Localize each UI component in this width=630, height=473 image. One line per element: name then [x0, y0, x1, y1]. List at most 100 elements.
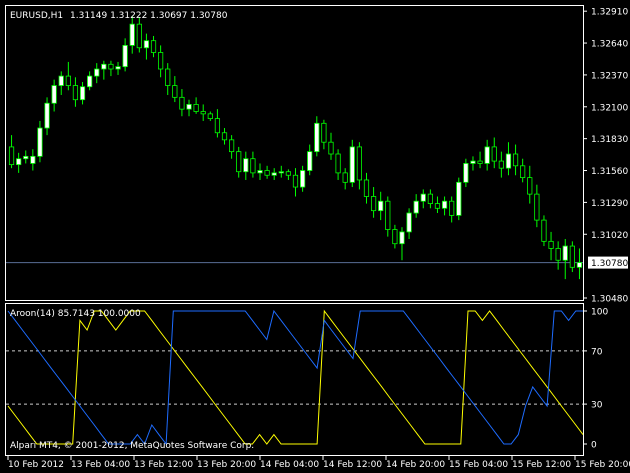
- bear-candle: [200, 111, 206, 115]
- indicator-tick-label: 30: [591, 401, 603, 411]
- candles-group: [8, 15, 583, 280]
- bear-candle: [548, 240, 554, 249]
- bull-candle: [463, 163, 469, 183]
- price-tick-label: 1.32640: [591, 40, 628, 50]
- symbol-label: EURUSD,H1: [10, 11, 63, 21]
- indicator-label: Aroon(14) 85.7143 100.0000: [10, 309, 141, 319]
- chart-window[interactable]: EURUSD,H1 1.31149 1.31222 1.30697 1.3078…: [0, 0, 630, 473]
- bull-candle: [23, 155, 29, 160]
- indicator-pane[interactable]: Aroon(14) 85.7143 100.0000 Alpari MT4, ©…: [5, 303, 584, 456]
- bear-candle: [8, 146, 15, 166]
- price-tick-label: 1.31830: [591, 135, 628, 145]
- bull-candle: [122, 45, 128, 68]
- time-tick-label: 14 Feb 04:00: [260, 460, 319, 470]
- aroon-down-line: [7, 309, 583, 446]
- bull-candle: [186, 104, 192, 110]
- bear-candle: [342, 172, 348, 183]
- bear-candle: [449, 200, 455, 216]
- time-tick-label: 15 Feb 12:00: [512, 460, 571, 470]
- bear-candle: [363, 179, 370, 197]
- bear-candle: [292, 174, 299, 188]
- bear-candle: [498, 160, 504, 169]
- bull-candle: [278, 171, 284, 174]
- time-tick-label: 13 Feb 12:00: [134, 460, 193, 470]
- price-tick-label: 1.31290: [591, 199, 628, 209]
- bear-candle: [427, 193, 433, 204]
- bull-candle: [44, 102, 50, 129]
- bear-candle: [555, 248, 561, 261]
- bull-candle: [349, 146, 355, 183]
- time-tick-label: 14 Feb 12:00: [323, 460, 382, 470]
- bear-candle: [250, 158, 256, 174]
- bull-candle: [441, 200, 448, 209]
- bull-candle: [101, 63, 107, 70]
- bull-candle: [87, 75, 93, 88]
- bull-candle: [115, 66, 121, 70]
- time-tick-label: 13 Feb 20:00: [197, 460, 256, 470]
- level-lines-group: [6, 350, 583, 405]
- bear-candle: [193, 104, 199, 112]
- bull-candle: [143, 40, 150, 49]
- bear-candle: [264, 170, 270, 176]
- price-pane[interactable]: EURUSD,H1 1.31149 1.31222 1.30697 1.3078…: [5, 5, 584, 301]
- bear-candle: [392, 229, 398, 245]
- price-tick-label: 1.32910: [591, 8, 628, 18]
- bear-candle: [328, 141, 334, 155]
- bear-candle: [356, 146, 362, 181]
- bear-candle: [172, 85, 178, 98]
- bull-candle: [37, 127, 43, 157]
- indicator-tick-label: 0: [591, 441, 597, 451]
- bull-candle: [299, 170, 306, 188]
- bear-candle: [335, 153, 341, 174]
- bull-candle: [562, 245, 568, 261]
- bear-candle: [370, 196, 377, 212]
- aroon-up-line: [7, 309, 584, 445]
- ohlc-label: 1.31149 1.31222 1.30697 1.30780: [70, 11, 228, 21]
- bear-candle: [229, 139, 235, 153]
- chart-canvas[interactable]: EURUSD,H1 1.31149 1.31222 1.30697 1.3078…: [0, 0, 630, 473]
- bull-candle: [399, 231, 405, 245]
- bear-candle: [65, 75, 71, 86]
- bear-candle: [136, 23, 142, 49]
- price-tick-label: 1.32370: [591, 71, 628, 81]
- bull-candle: [58, 75, 64, 86]
- bull-candle: [16, 158, 22, 166]
- bear-candle: [158, 52, 164, 70]
- time-axis[interactable]: 10 Feb 2012 13 Feb 04:00 13 Feb 12:00 13 Fe…: [7, 456, 630, 470]
- bull-candle: [94, 68, 100, 77]
- copyright-text: Alpari MT4, © 2001-2012, MetaQuotes Soft…: [10, 441, 254, 451]
- bull-candle: [456, 181, 462, 216]
- bull-candle: [484, 146, 490, 164]
- bull-candle: [79, 86, 86, 101]
- bear-candle: [434, 203, 441, 209]
- indicator-axis[interactable]: 100 70 30 0: [583, 308, 608, 451]
- bull-candle: [420, 193, 426, 202]
- bull-candle: [307, 151, 313, 171]
- bear-candle: [541, 219, 547, 242]
- bear-candle: [214, 118, 221, 134]
- bear-candle: [150, 40, 157, 53]
- time-tick-label: 10 Feb 2012: [8, 460, 64, 470]
- bull-candle: [378, 200, 384, 212]
- bear-candle: [512, 153, 519, 167]
- bear-candle: [72, 85, 79, 101]
- time-tick-label: 14 Feb 20:00: [386, 460, 445, 470]
- time-tick-label: 15 Feb 04:00: [449, 460, 508, 470]
- bull-candle: [51, 85, 57, 104]
- bull-candle: [271, 172, 277, 176]
- bear-candle: [527, 177, 533, 195]
- bear-candle: [207, 113, 213, 119]
- price-tick-label: 1.32100: [591, 103, 628, 113]
- bear-candle: [569, 245, 575, 268]
- bear-candle: [179, 96, 185, 110]
- bull-candle: [243, 158, 249, 173]
- bear-candle: [221, 132, 228, 141]
- time-tick-label: 15 Feb 20:00: [575, 460, 630, 470]
- indicator-tick-label: 70: [591, 347, 603, 357]
- price-tick-label: 1.31560: [591, 167, 628, 177]
- bull-candle: [129, 23, 135, 46]
- bear-candle: [108, 63, 114, 70]
- price-axis[interactable]: 1.32910 1.32640 1.32370 1.32100 1.31830 1.315…: [583, 8, 628, 305]
- price-tick-label: 1.30480: [591, 295, 628, 305]
- bear-candle: [321, 122, 327, 143]
